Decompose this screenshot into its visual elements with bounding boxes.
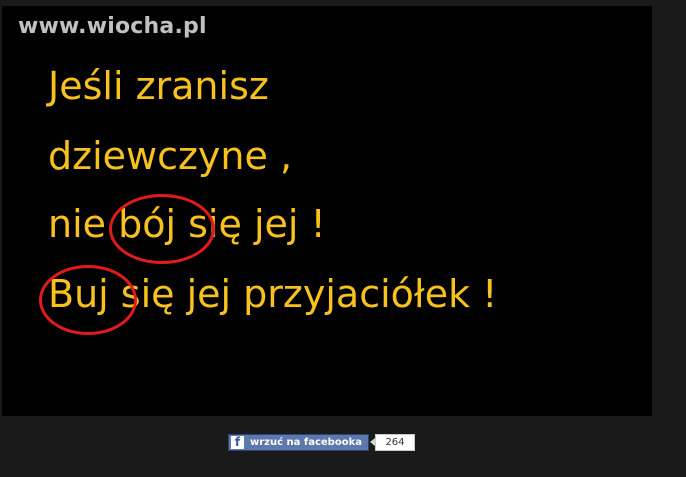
facebook-share-bar: f wrzuć na facebooka 264	[228, 434, 415, 451]
meme-line-3: nie bój się jej !	[48, 194, 326, 264]
meme-image: www.wiocha.pl Jeśli zranisz dziewczyne ,…	[2, 6, 652, 416]
circled-word-buj-text: Buj	[48, 272, 109, 316]
circled-word-boj: bój	[109, 194, 216, 264]
page: www.wiocha.pl Jeśli zranisz dziewczyne ,…	[0, 0, 686, 477]
site-watermark: www.wiocha.pl	[18, 14, 207, 39]
facebook-icon: f	[231, 436, 244, 449]
share-count-arrow	[369, 438, 375, 446]
circled-word-buj: Buj	[39, 265, 137, 335]
facebook-share-label: wrzuć na facebooka	[250, 437, 362, 448]
facebook-share-button[interactable]: f wrzuć na facebooka	[228, 434, 369, 451]
meme-line-3-before: nie	[48, 202, 119, 246]
meme-line-3-after: się jej !	[176, 202, 326, 246]
share-count: 264	[374, 434, 415, 451]
meme-line-4: Buj się jej przyjaciółek !	[39, 265, 498, 335]
share-count-box: 264	[369, 434, 415, 451]
circled-word-boj-text: bój	[118, 202, 177, 246]
meme-line-1: Jeśli zranisz	[48, 64, 269, 108]
meme-line-4-after: się jej przyjaciółek !	[108, 272, 498, 316]
meme-line-2: dziewczyne ,	[48, 134, 293, 178]
